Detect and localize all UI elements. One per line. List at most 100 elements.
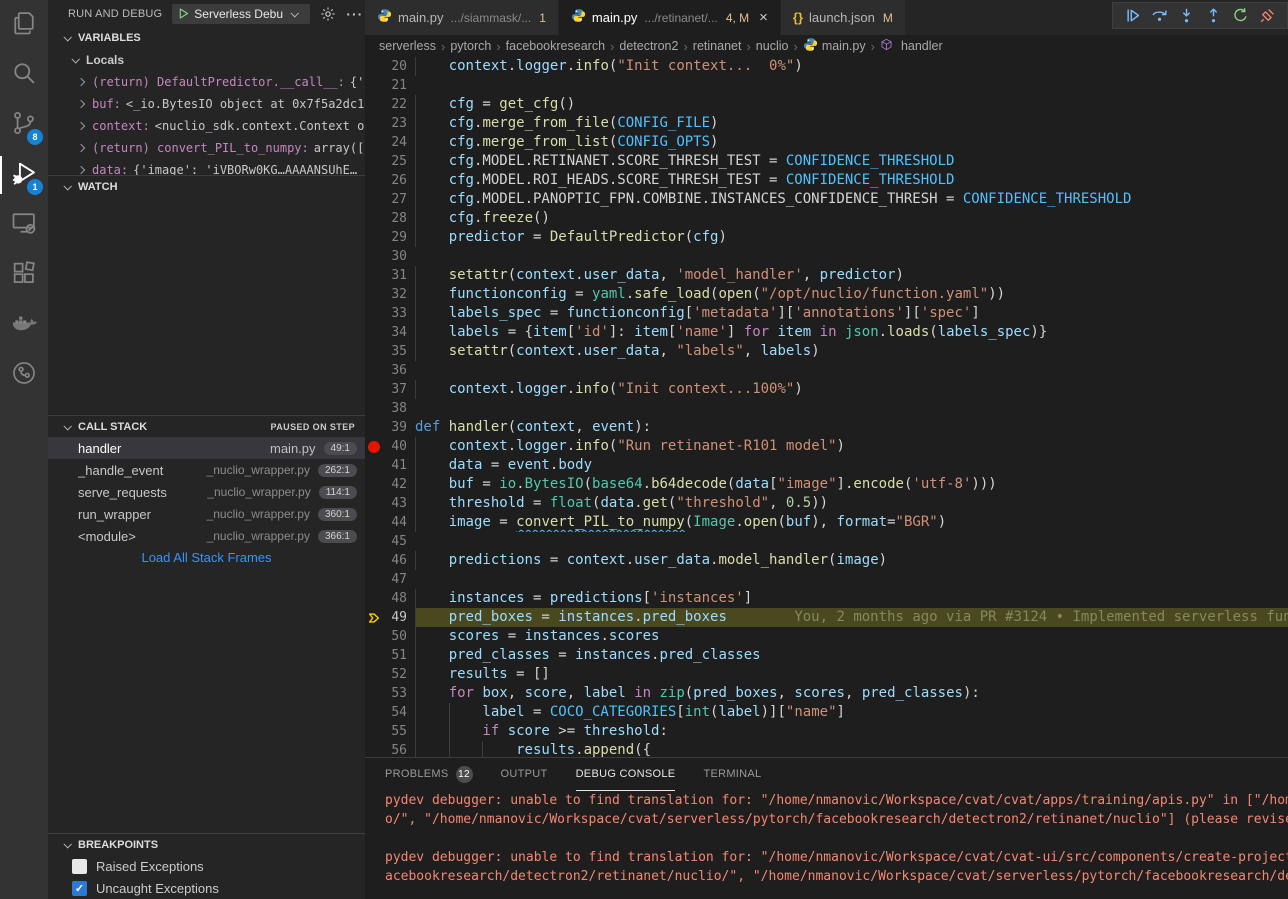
editor-tab-launch-json[interactable]: {}launch.jsonM [781, 0, 906, 35]
gutter-glyph[interactable] [365, 361, 383, 380]
variable-row[interactable]: (return) DefaultPredictor.__call__:{'ins… [48, 71, 365, 93]
variables-section-header[interactable]: VARIABLES [48, 27, 365, 49]
step-over-button[interactable] [1146, 4, 1173, 28]
code-line-25[interactable]: 25cfg.MODEL.RETINANET.SCORE_THRESH_TEST … [365, 152, 1288, 171]
variable-row[interactable]: buf:<_io.BytesIO object at 0x7f5a2dc1ecc… [48, 93, 365, 115]
breadcrumb-item-serverless[interactable]: serverless [379, 39, 436, 53]
gutter-glyph[interactable] [365, 665, 383, 684]
code-line-48[interactable]: 48instances = predictions['instances'] [365, 589, 1288, 608]
stack-frame-row[interactable]: serve_requests_nuclio_wrapper.py114:1 [48, 481, 365, 503]
close-icon[interactable]: × [759, 9, 768, 26]
code-line-36[interactable]: 36 [365, 361, 1288, 380]
editor-tab-main-py[interactable]: main.py.../retinanet/...4, M× [559, 0, 781, 35]
gutter-glyph[interactable] [365, 304, 383, 323]
gutter-glyph[interactable] [365, 646, 383, 665]
checkbox-checked[interactable]: ✓ [72, 881, 87, 896]
activity-item-source-control[interactable]: 8 [0, 100, 48, 150]
gutter-glyph[interactable] [365, 418, 383, 437]
debug-config-select[interactable]: Serverless Debu [172, 4, 310, 24]
gutter-glyph[interactable] [365, 456, 383, 475]
panel-tab-debug-console[interactable]: DEBUG CONSOLE [576, 758, 676, 791]
gutter-glyph[interactable] [365, 532, 383, 551]
code-line-20[interactable]: 20context.logger.info("Init context... 0… [365, 57, 1288, 76]
code-line-32[interactable]: 32functionconfig = yaml.safe_load(open("… [365, 285, 1288, 304]
gutter-glyph[interactable] [365, 285, 383, 304]
code-line-23[interactable]: 23cfg.merge_from_file(CONFIG_FILE) [365, 114, 1288, 133]
editor-tab-main-py[interactable]: main.py.../siammask/...1 [365, 0, 559, 35]
code-line-44[interactable]: 44image = convert_PIL_to_numpy(Image.ope… [365, 513, 1288, 532]
activity-item-search[interactable] [0, 50, 48, 100]
breadcrumb-item-main-py[interactable]: main.py [803, 37, 866, 55]
gutter-glyph[interactable] [365, 589, 383, 608]
gutter-glyph[interactable] [365, 190, 383, 209]
gutter-glyph[interactable] [365, 247, 383, 266]
gutter-glyph[interactable] [365, 114, 383, 133]
code-line-34[interactable]: 34labels = {item['id']: item['name'] for… [365, 323, 1288, 342]
gutter-glyph[interactable] [365, 399, 383, 418]
code-line-45[interactable]: 45 [365, 532, 1288, 551]
more-actions-icon[interactable]: ··· [346, 6, 363, 22]
gutter-glyph[interactable] [365, 152, 383, 171]
activity-item-remote-explorer[interactable] [0, 200, 48, 250]
stack-frame-row[interactable]: <module>_nuclio_wrapper.py366:1 [48, 525, 365, 547]
stack-frame-row[interactable]: run_wrapper_nuclio_wrapper.py360:1 [48, 503, 365, 525]
stack-frame-row[interactable]: handlermain.py49:1 [48, 437, 365, 459]
code-line-37[interactable]: 37context.logger.info("Init context...10… [365, 380, 1288, 399]
gutter-glyph[interactable] [365, 513, 383, 532]
gutter-glyph[interactable] [365, 570, 383, 589]
code-line-53[interactable]: 53for box, score, label in zip(pred_boxe… [365, 684, 1288, 703]
gutter-glyph[interactable] [365, 342, 383, 361]
code-line-27[interactable]: 27cfg.MODEL.PANOPTIC_FPN.COMBINE.INSTANC… [365, 190, 1288, 209]
code-line-30[interactable]: 30 [365, 247, 1288, 266]
code-line-56[interactable]: 56results.append({ [365, 741, 1288, 758]
code-line-52[interactable]: 52results = [] [365, 665, 1288, 684]
step-into-button[interactable] [1173, 4, 1200, 28]
watch-section-header[interactable]: WATCH [48, 175, 365, 197]
gutter-glyph[interactable] [365, 741, 383, 758]
gutter-glyph[interactable] [365, 228, 383, 247]
code-line-55[interactable]: 55if score >= threshold: [365, 722, 1288, 741]
restart-button[interactable] [1227, 4, 1254, 28]
activity-item-explorer[interactable] [0, 0, 48, 50]
disconnect-button[interactable] [1254, 4, 1281, 28]
gutter-glyph[interactable] [365, 209, 383, 228]
breadcrumb-item-facebookresearch[interactable]: facebookresearch [506, 39, 605, 53]
gutter-glyph[interactable] [365, 684, 383, 703]
activity-item-resource-graph[interactable] [0, 350, 48, 400]
code-line-49[interactable]: 49pred_boxes = instances.pred_boxesYou, … [365, 608, 1288, 627]
panel-tab-output[interactable]: OUTPUT [501, 758, 548, 791]
panel-tab-terminal[interactable]: TERMINAL [703, 758, 761, 791]
code-line-40[interactable]: 40context.logger.info("Run retinanet-R10… [365, 437, 1288, 456]
code-line-43[interactable]: 43threshold = float(data.get("threshold"… [365, 494, 1288, 513]
code-line-21[interactable]: 21 [365, 76, 1288, 95]
code-line-22[interactable]: 22cfg = get_cfg() [365, 95, 1288, 114]
code-line-41[interactable]: 41data = event.body [365, 456, 1288, 475]
gutter-glyph[interactable] [365, 133, 383, 152]
activity-item-extensions[interactable] [0, 250, 48, 300]
gutter-glyph[interactable] [365, 76, 383, 95]
variable-row[interactable]: data:{'image': 'iVBORw0KG…AAAANSUhE… 55 [48, 159, 365, 175]
code-line-47[interactable]: 47 [365, 570, 1288, 589]
locals-scope[interactable]: Locals [48, 49, 365, 71]
code-line-50[interactable]: 50scores = instances.scores [365, 627, 1288, 646]
gutter-glyph[interactable] [365, 627, 383, 646]
code-line-31[interactable]: 31setattr(context.user_data, 'model_hand… [365, 266, 1288, 285]
stack-frame-row[interactable]: _handle_event_nuclio_wrapper.py262:1 [48, 459, 365, 481]
checkbox-unchecked[interactable] [72, 859, 87, 874]
gutter-glyph[interactable] [365, 494, 383, 513]
breakpoint-row[interactable]: ✓Uncaught Exceptions [48, 877, 365, 899]
breadcrumb-item-nuclio[interactable]: nuclio [756, 39, 789, 53]
code-line-24[interactable]: 24cfg.merge_from_list(CONFIG_OPTS) [365, 133, 1288, 152]
breadcrumb-item-pytorch[interactable]: pytorch [450, 39, 491, 53]
load-all-stack-frames-link[interactable]: Load All Stack Frames [48, 547, 365, 569]
breadcrumb-item-handler[interactable]: handler [880, 38, 943, 54]
gutter-glyph[interactable] [365, 323, 383, 342]
code-line-28[interactable]: 28cfg.freeze() [365, 209, 1288, 228]
breadcrumb-item-detectron2[interactable]: detectron2 [619, 39, 678, 53]
gear-icon[interactable] [320, 6, 336, 22]
code-line-35[interactable]: 35setattr(context.user_data, "labels", l… [365, 342, 1288, 361]
code-line-29[interactable]: 29predictor = DefaultPredictor(cfg) [365, 228, 1288, 247]
code-editor[interactable]: 20context.logger.info("Init context... 0… [365, 57, 1288, 758]
gutter-glyph[interactable] [365, 380, 383, 399]
call-stack-section-header[interactable]: CALL STACK PAUSED ON STEP [48, 415, 365, 437]
